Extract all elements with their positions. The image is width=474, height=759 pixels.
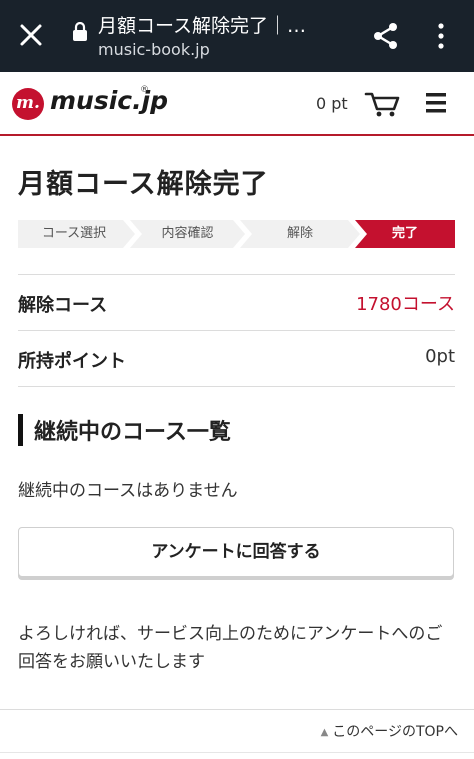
step-cancel: 解除 [286,226,313,241]
points-value: 0pt [425,346,455,367]
site-header: m. music.jp ® 0 pt [0,72,474,136]
cart-icon[interactable] [364,90,400,118]
logo-text[interactable]: music.jp [50,86,168,115]
row-points: 所持ポイント 0pt [18,330,455,387]
step-complete: 完了 [391,226,418,241]
browser-page-title: 月額コース解除完了｜… [98,15,307,37]
divider [18,386,455,387]
progress-steps: コース選択 内容確認 解除 完了 [18,220,455,248]
survey-button[interactable]: アンケートに回答する [18,527,454,577]
lock-icon [73,22,87,41]
page-title: 月額コース解除完了 [18,169,269,200]
cancelled-course-value: 1780コース [356,294,455,315]
to-top-link[interactable]: ▲ このページのTOPへ [321,721,458,741]
share-icon[interactable] [372,22,400,50]
bottom-divider [0,752,474,753]
logo-registered: ® [140,85,149,95]
row-cancelled-course: 解除コース 1780コース [18,274,455,331]
logo-mark[interactable]: m. [12,88,44,120]
section-title: 継続中のコース一覧 [34,420,231,445]
browser-url[interactable]: music-book.jp [98,40,210,59]
browser-toolbar: 月額コース解除完了｜… music-book.jp [0,0,474,72]
triangle-up-icon: ▲ [320,727,329,738]
step-course-select: コース選択 [41,226,107,241]
points-balance: 0 pt [316,94,348,113]
more-icon[interactable] [436,22,446,50]
close-icon[interactable] [18,22,44,48]
menu-icon[interactable] [426,92,446,114]
step-confirm: 内容確認 [161,226,214,241]
points-label: 所持ポイント [18,351,126,372]
survey-info-text: よろしければ、サービス向上のためにアンケートへのご回答をお願いいたします [18,624,443,672]
to-top-label: このページのTOPへ [332,724,458,740]
section-accent-bar [18,414,23,446]
no-courses-message: 継続中のコースはありません [18,481,238,501]
cancelled-course-label: 解除コース [18,295,108,316]
footer-divider [0,709,474,710]
